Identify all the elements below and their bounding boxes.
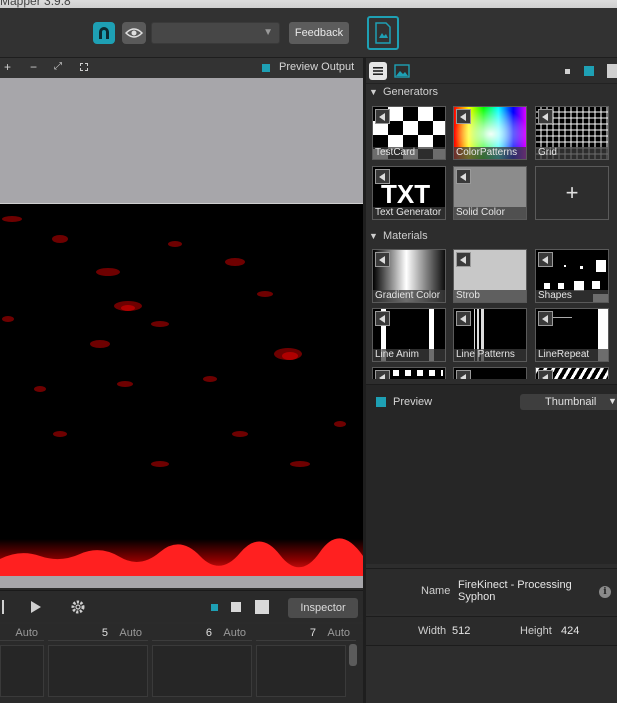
- size-row: Width 512 Height 424: [366, 616, 617, 646]
- plus-icon: +: [565, 180, 579, 205]
- width-label: Width: [418, 625, 447, 637]
- fit-icon[interactable]: ⤢: [54, 61, 62, 72]
- back-icon: [538, 311, 553, 326]
- large-thumbnail-button[interactable]: [607, 64, 617, 78]
- preview-canvas[interactable]: [0, 78, 363, 588]
- image-icon: [394, 64, 410, 78]
- logo-button[interactable]: [93, 22, 115, 44]
- generator-colorpatterns[interactable]: ColorPatterns: [453, 106, 527, 160]
- small-thumbnail-button[interactable]: [565, 69, 570, 74]
- back-icon: [456, 169, 471, 184]
- large-view-button[interactable]: [255, 600, 269, 614]
- library-panel: ▼ Generators TestCard ColorPatterns Grid…: [366, 58, 617, 703]
- back-icon: [375, 252, 390, 267]
- generator-testcard[interactable]: TestCard: [372, 106, 446, 160]
- fullscreen-icon[interactable]: [80, 63, 88, 71]
- column-header[interactable]: 5 Auto: [48, 627, 148, 641]
- fire-visual: [0, 204, 363, 576]
- back-icon: [456, 109, 471, 124]
- material-shapes[interactable]: Shapes: [535, 249, 609, 303]
- height-label: Height: [520, 625, 552, 637]
- name-row: Name FireKinect - Processing Syphon i: [366, 568, 617, 614]
- info-icon[interactable]: i: [599, 586, 611, 598]
- column-header[interactable]: 6 Auto: [152, 627, 252, 641]
- chevron-down-icon: ▼: [608, 396, 617, 406]
- back-icon: [538, 370, 553, 379]
- list-icon: [373, 67, 383, 75]
- library-tabs: [366, 58, 617, 84]
- document-icon: [375, 22, 391, 44]
- material-line-patterns[interactable]: Line Patterns: [453, 308, 527, 362]
- collapse-triangle-icon: ▼: [369, 231, 378, 241]
- clip-slot[interactable]: [48, 645, 148, 697]
- height-value[interactable]: 424: [561, 625, 579, 637]
- material-partial[interactable]: [535, 367, 609, 379]
- add-generator-button[interactable]: +: [535, 166, 609, 220]
- back-icon: [375, 109, 390, 124]
- materials-section-header[interactable]: ▼ Materials: [366, 229, 617, 246]
- medium-thumbnail-button[interactable]: [584, 66, 594, 76]
- preview-output-checkbox[interactable]: [262, 64, 270, 72]
- logo-icon: [99, 27, 109, 39]
- back-icon: [375, 311, 390, 326]
- back-icon: [456, 311, 471, 326]
- scrollbar-thumb[interactable]: [349, 644, 357, 666]
- material-line-repeat[interactable]: LineRepeat: [535, 308, 609, 362]
- width-value[interactable]: 512: [452, 625, 470, 637]
- document-button[interactable]: [367, 16, 399, 50]
- back-icon: [456, 370, 471, 379]
- small-view-button[interactable]: [211, 604, 218, 611]
- name-label: Name: [421, 585, 451, 597]
- material-gradient-color[interactable]: Gradient Color: [372, 249, 446, 303]
- eye-icon: [125, 28, 143, 38]
- feedback-button[interactable]: Feedback: [289, 22, 349, 44]
- back-icon: [456, 252, 471, 267]
- stop-icon[interactable]: [2, 600, 4, 614]
- preview-header: + − ⤢ Preview Output: [0, 58, 363, 78]
- preview-label: Preview: [393, 396, 433, 408]
- zoom-in-icon[interactable]: +: [4, 60, 11, 74]
- preview-checkbox[interactable]: [376, 397, 386, 407]
- material-partial[interactable]: [372, 367, 446, 379]
- generator-text[interactable]: TXT Text Generator: [372, 166, 446, 220]
- preview-toggle-button[interactable]: [122, 22, 146, 44]
- back-icon: [538, 109, 553, 124]
- material-line-anim[interactable]: Line Anim: [372, 308, 446, 362]
- layers-grid: Auto 5 Auto 6 Auto 7 Auto: [0, 624, 363, 703]
- column-header[interactable]: 7 Auto: [256, 627, 356, 641]
- video-output: [0, 203, 363, 576]
- source-select[interactable]: ▼: [151, 22, 280, 44]
- generators-section-header[interactable]: ▼ Generators: [366, 85, 617, 102]
- name-value[interactable]: FireKinect - Processing Syphon: [458, 579, 583, 603]
- collapse-triangle-icon: ▼: [369, 87, 378, 97]
- back-icon: [375, 169, 390, 184]
- clip-slot[interactable]: [0, 645, 44, 697]
- material-strob[interactable]: Strob: [453, 249, 527, 303]
- zoom-out-icon[interactable]: −: [30, 60, 37, 74]
- chevron-down-icon: ▼: [263, 27, 273, 38]
- material-partial[interactable]: [453, 367, 527, 379]
- tab-media[interactable]: [393, 62, 411, 80]
- back-icon: [375, 370, 390, 379]
- clip-slot[interactable]: [152, 645, 252, 697]
- material-preview: Preview Thumbnail ▼: [366, 384, 617, 564]
- inspector-button[interactable]: Inspector: [288, 598, 358, 618]
- pattern-strip: [393, 370, 443, 376]
- clip-slot[interactable]: [256, 645, 346, 697]
- main-toolbar: ▼ Feedback: [0, 8, 617, 58]
- back-icon: [538, 252, 553, 267]
- medium-view-button[interactable]: [231, 602, 241, 612]
- preview-mode-select[interactable]: Thumbnail ▼: [520, 394, 617, 410]
- gear-icon[interactable]: [70, 599, 86, 615]
- preview-output-label: Preview Output: [279, 61, 355, 73]
- column-header[interactable]: Auto: [0, 627, 44, 641]
- generator-solid-color[interactable]: Solid Color: [453, 166, 527, 220]
- app-title: Mapper 3.9.8: [0, 0, 71, 8]
- generator-grid[interactable]: Grid: [535, 106, 609, 160]
- transport-bar: Inspector: [0, 590, 363, 622]
- materials-grid: Gradient Color Strob Shapes Line Anim Li…: [366, 248, 617, 379]
- play-icon[interactable]: [30, 600, 42, 614]
- tab-list[interactable]: [369, 62, 387, 80]
- title-bar: Mapper 3.9.8: [0, 0, 617, 8]
